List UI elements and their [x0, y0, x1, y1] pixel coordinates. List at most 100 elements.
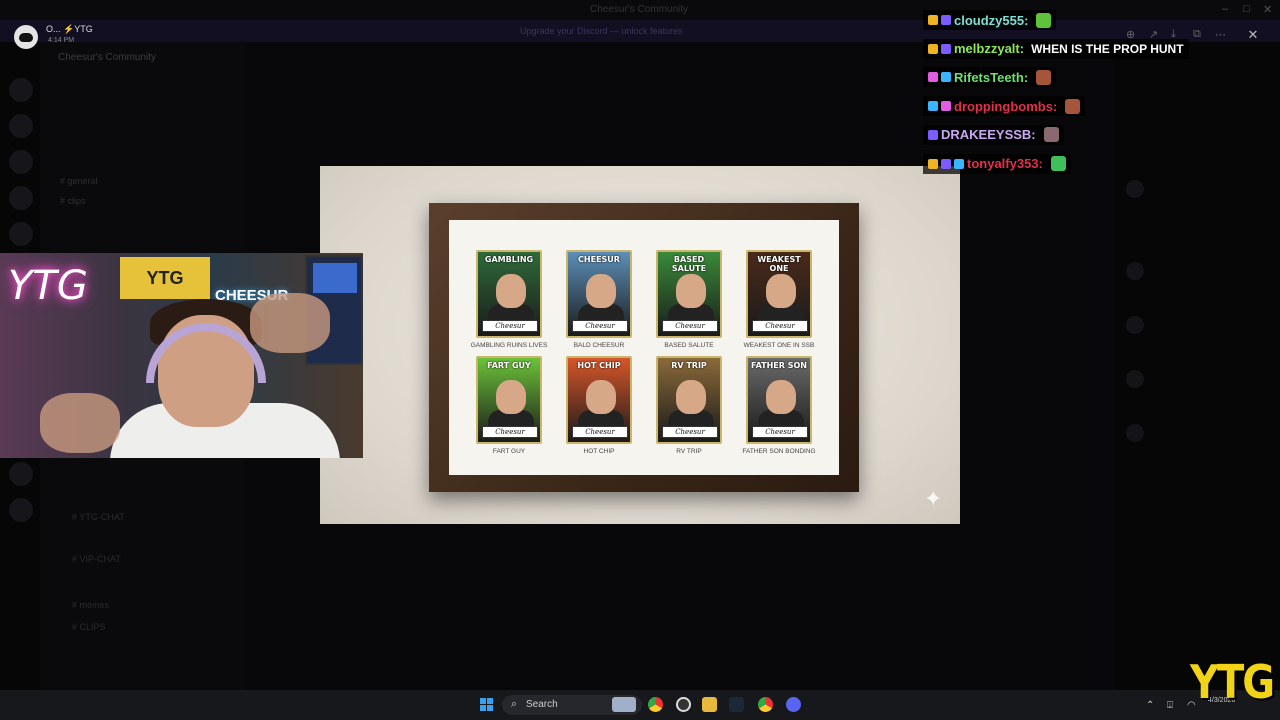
chrome-icon[interactable] — [758, 697, 773, 712]
discord-taskbar-icon[interactable] — [786, 697, 801, 712]
card-title: FART GUY — [487, 361, 531, 370]
card-caption: FATHER SON BONDING — [742, 448, 816, 455]
trading-card: CHEESUR Cheesur — [566, 250, 632, 338]
badge-icon — [928, 129, 938, 140]
discord-notification[interactable]: O... ⚡YTG 4:14 PM — [10, 20, 120, 49]
card-title: RV TRIP — [671, 361, 707, 370]
member-avatar[interactable] — [1126, 424, 1144, 442]
chat-username: cloudzy555: — [954, 12, 1029, 28]
ytg-watermark-logo: YTG — [1190, 656, 1275, 710]
server-icon[interactable] — [9, 114, 33, 138]
card-title: CHEESUR — [578, 255, 620, 264]
card-signature: Cheesur — [752, 320, 808, 332]
maximize-icon[interactable]: □ — [1243, 3, 1250, 15]
search-icon: ⌕ — [511, 698, 518, 710]
badge-icon — [941, 101, 951, 112]
emote-icon — [1065, 98, 1081, 114]
card-face — [676, 380, 706, 414]
chat-text: WHEN IS THE PROP HUNT — [1031, 41, 1184, 56]
chrome-icon[interactable] — [648, 697, 663, 712]
server-icon[interactable] — [9, 150, 33, 174]
card-title: BASED SALUTE — [671, 255, 707, 273]
server-icon[interactable] — [9, 186, 33, 210]
neon-sign: YTG — [8, 263, 88, 309]
webcam-overlay: YTG CHEESUR YTG — [0, 253, 363, 458]
widget-icon[interactable] — [612, 697, 636, 712]
card-face — [676, 274, 706, 308]
file-explorer-icon[interactable] — [702, 697, 717, 712]
card-title: FATHER SON — [751, 361, 807, 370]
streamer-hand — [40, 393, 120, 453]
emote-icon — [1050, 156, 1066, 171]
trading-card: FART GUY Cheesur — [476, 356, 542, 444]
open-external-icon[interactable]: ⧉ — [1193, 28, 1201, 41]
card-signature: Cheesur — [482, 426, 538, 438]
image-preview[interactable]: GAMBLING Cheesur GAMBLING RUINS LIVES CHEES… — [320, 166, 960, 524]
steam-icon[interactable] — [729, 697, 744, 712]
more-icon[interactable]: ⋯ — [1215, 28, 1226, 41]
obs-icon[interactable] — [676, 697, 691, 712]
trading-card: HOT CHIP Cheesur — [566, 356, 632, 444]
chat-message: tonyalfy353: — [923, 153, 1071, 174]
chat-message: droppingbombs: — [923, 96, 1086, 117]
server-icon[interactable] — [9, 498, 33, 522]
server-icon[interactable] — [9, 222, 33, 246]
frame-mat: GAMBLING Cheesur GAMBLING RUINS LIVES CHEES… — [449, 220, 839, 475]
search-label: Search — [526, 699, 558, 710]
server-icon[interactable] — [9, 78, 33, 102]
picture-frame: GAMBLING Cheesur GAMBLING RUINS LIVES CHEES… — [429, 203, 859, 492]
server-icon[interactable] — [9, 462, 33, 486]
badge-icon — [928, 101, 938, 112]
emote-icon — [1036, 12, 1052, 28]
notification-banner-text: Upgrade your Discord — unlock features — [520, 26, 683, 36]
trading-card: RV TRIP Cheesur — [656, 356, 722, 444]
server-name[interactable]: Cheesur's Community — [58, 52, 156, 63]
badge-icon — [941, 43, 951, 54]
chat-message: RifetsTeeth: — [923, 67, 1057, 88]
member-avatar[interactable] — [1126, 316, 1144, 334]
member-avatar[interactable] — [1126, 180, 1144, 198]
card-face — [496, 274, 526, 308]
member-avatar[interactable] — [1126, 370, 1144, 388]
channel-item[interactable]: # CLIPS — [72, 622, 106, 632]
member-avatar[interactable] — [1126, 262, 1144, 280]
streamer-hand — [250, 293, 330, 353]
trading-card: GAMBLING Cheesur — [476, 250, 542, 338]
card-title: HOT CHIP — [577, 361, 621, 370]
channel-item[interactable]: # general — [60, 176, 98, 186]
notification-time: 4:14 PM — [48, 37, 75, 44]
window-close-icon[interactable]: ✕ — [1263, 3, 1272, 16]
card-signature: Cheesur — [662, 426, 718, 438]
card-signature: Cheesur — [662, 320, 718, 332]
channel-item[interactable]: # clips — [60, 196, 86, 206]
badge-icon — [928, 158, 938, 169]
window-title: Cheesur's Community — [590, 4, 689, 15]
card-signature: Cheesur — [752, 426, 808, 438]
card-signature: Cheesur — [572, 320, 628, 332]
chat-message: melbzzyalt: WHEN IS THE PROP HUNT — [923, 38, 1189, 59]
windows-start-icon[interactable] — [480, 698, 494, 712]
badge-icon — [928, 72, 938, 83]
channel-item[interactable]: # VIP-CHAT — [72, 554, 121, 564]
chevron-up-icon[interactable]: ⌃ — [1146, 700, 1154, 711]
channel-item[interactable]: # memes — [72, 600, 109, 610]
card-face — [766, 274, 796, 308]
badge-icon — [941, 72, 951, 83]
notification-sender: O... ⚡YTG — [46, 24, 93, 34]
card-face — [496, 380, 526, 414]
close-viewer-icon[interactable]: ✕ — [1242, 25, 1264, 45]
card-title: GAMBLING — [484, 255, 534, 264]
chat-username: tonyalfy353: — [967, 156, 1043, 171]
chat-username: DRAKEEYSSB: — [941, 127, 1036, 143]
channel-item[interactable]: # YTG-CHAT — [72, 512, 125, 522]
chat-username: melbzzyalt: — [954, 41, 1025, 57]
usb-icon[interactable]: ⍗ — [1167, 700, 1173, 711]
minimize-icon[interactable]: – — [1222, 3, 1228, 15]
badge-icon — [954, 158, 964, 169]
card-face — [586, 274, 616, 308]
trading-card: BASED SALUTE Cheesur — [656, 250, 722, 338]
discord-titlebar: Cheesur's Community – □ ✕ — [0, 0, 1280, 20]
chat-message: DRAKEEYSSB: — [923, 124, 1064, 145]
chat-username: RifetsTeeth: — [954, 69, 1029, 85]
badge-icon — [941, 158, 951, 169]
